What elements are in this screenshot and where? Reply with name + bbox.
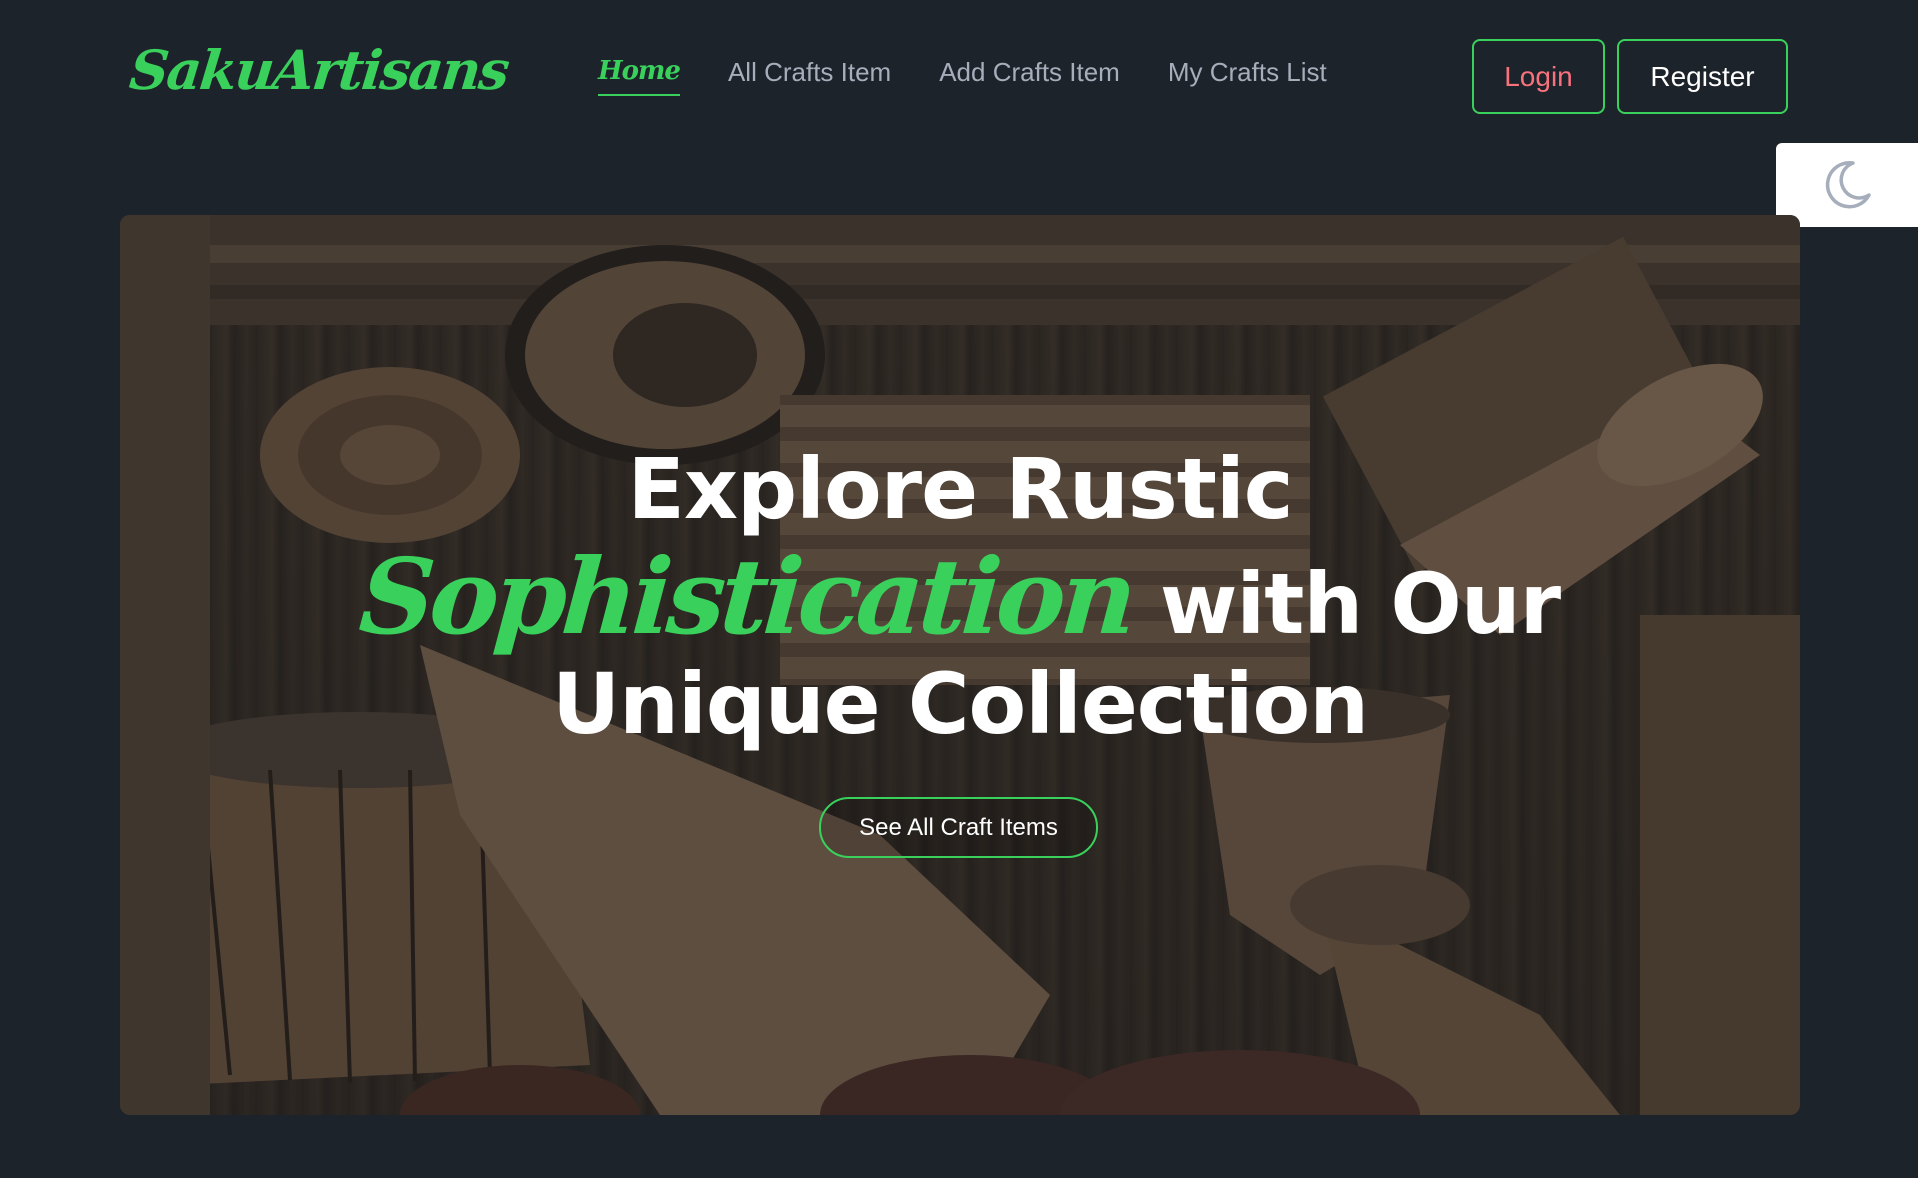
hero-content: Explore Rustic Sophistication with Our U… — [120, 215, 1800, 1115]
see-all-crafts-button[interactable]: See All Craft Items — [819, 797, 1098, 858]
hero-title-line2-rest: with Our — [1159, 555, 1561, 653]
hero-title-line2: Sophistication with Our — [120, 535, 1800, 658]
nav-item-home[interactable]: Home — [598, 56, 681, 96]
main-nav: Home All Crafts Item Add Crafts Item My … — [598, 56, 1327, 96]
nav-item-all-crafts[interactable]: All Crafts Item — [728, 57, 891, 96]
register-button[interactable]: Register — [1617, 39, 1788, 114]
brand-logo[interactable]: SakuArtisans — [127, 38, 511, 102]
hero-banner: Explore Rustic Sophistication with Our U… — [120, 215, 1800, 1115]
hero-title-line1: Explore Rustic — [627, 440, 1293, 538]
nav-item-my-crafts[interactable]: My Crafts List — [1168, 57, 1327, 96]
hero-title-line3: Unique Collection — [551, 655, 1369, 753]
navbar: SakuArtisans Home All Crafts Item Add Cr… — [0, 0, 1918, 150]
login-button[interactable]: Login — [1472, 39, 1605, 114]
nav-item-add-craft[interactable]: Add Crafts Item — [939, 57, 1120, 96]
moon-icon — [1825, 160, 1871, 209]
hero-title-highlight: Sophistication — [355, 535, 1136, 658]
